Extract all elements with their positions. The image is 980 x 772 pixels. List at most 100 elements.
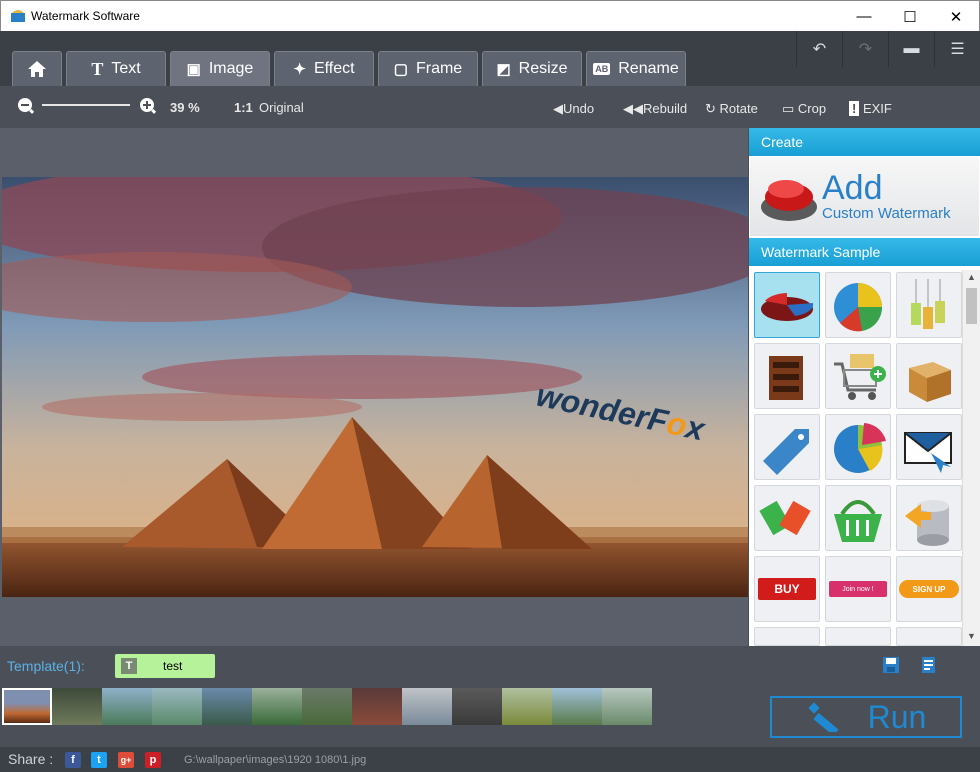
feedback-button[interactable]: ▬ bbox=[888, 31, 934, 67]
preview-image[interactable] bbox=[2, 177, 748, 597]
sample-pie-chart-3d[interactable] bbox=[754, 272, 820, 338]
rotate-icon: ↻ bbox=[705, 101, 720, 116]
pyramids-photo bbox=[2, 177, 748, 597]
pinterest-icon[interactable]: p bbox=[145, 752, 161, 768]
undo-arrow-icon: ◀ bbox=[553, 101, 563, 116]
sample-database[interactable] bbox=[896, 485, 962, 551]
undo-history-button[interactable]: ↶ bbox=[796, 31, 842, 67]
redo-history-button[interactable]: ↷ bbox=[842, 31, 888, 67]
thumbnail-1[interactable] bbox=[2, 688, 52, 725]
save-icon bbox=[883, 657, 899, 673]
thumbnail-7[interactable] bbox=[302, 688, 352, 725]
frame-icon: ▢ bbox=[393, 61, 408, 78]
twitter-icon[interactable]: t bbox=[91, 752, 107, 768]
text-icon: T bbox=[91, 58, 104, 79]
title-bar: Watermark Software — ☐ ✕ bbox=[0, 0, 980, 31]
zoom-out-icon bbox=[18, 98, 35, 114]
crop-button[interactable]: ▭ Crop bbox=[782, 101, 826, 117]
sample-sale-tags[interactable] bbox=[896, 272, 962, 338]
text-template-icon: T bbox=[121, 658, 137, 674]
app-icon bbox=[10, 9, 26, 23]
sample-shopping-cart[interactable] bbox=[825, 343, 891, 409]
share-label: Share : bbox=[8, 751, 54, 767]
tab-label: Rename bbox=[618, 60, 679, 77]
manage-template-button[interactable] bbox=[920, 656, 938, 674]
thumbnail-8[interactable] bbox=[352, 688, 402, 725]
file-path: G:\wallpaper\images\1920 1080\1.jpg bbox=[184, 754, 367, 766]
undo-icon: ↶ bbox=[812, 41, 827, 58]
thumbnail-10[interactable] bbox=[452, 688, 502, 725]
basket-icon bbox=[834, 500, 882, 542]
sample-email[interactable] bbox=[896, 414, 962, 480]
pie-chart-icon bbox=[834, 423, 886, 473]
thumbnail-2[interactable] bbox=[52, 688, 102, 725]
scroll-up-icon[interactable]: ▲ bbox=[967, 272, 976, 282]
sample-blue-tag[interactable] bbox=[754, 414, 820, 480]
zoom-slider[interactable] bbox=[42, 104, 130, 106]
add-label: Add bbox=[822, 169, 883, 207]
run-button[interactable]: Run bbox=[770, 696, 962, 738]
close-button[interactable]: ✕ bbox=[933, 1, 979, 32]
sample-partial-1[interactable] bbox=[754, 627, 820, 646]
sample-partial-2[interactable] bbox=[825, 627, 891, 646]
join-label: Join now ! bbox=[829, 581, 887, 597]
tab-home[interactable] bbox=[12, 51, 62, 86]
thumbnail-11[interactable] bbox=[502, 688, 552, 725]
sample-partial-3[interactable] bbox=[896, 627, 962, 646]
thumbnail-5[interactable] bbox=[202, 688, 252, 725]
tab-rename[interactable]: AB Rename bbox=[586, 51, 686, 86]
maximize-button[interactable]: ☐ bbox=[887, 1, 933, 32]
google-plus-icon[interactable]: g+ bbox=[118, 752, 134, 768]
thumbnail-13[interactable] bbox=[602, 688, 652, 725]
server-icon bbox=[769, 356, 803, 400]
crop-icon: ▭ bbox=[782, 101, 798, 116]
create-header: Create bbox=[749, 128, 980, 156]
thumbnail-3[interactable] bbox=[102, 688, 152, 725]
scrollbar-thumb[interactable] bbox=[966, 288, 977, 324]
sample-scrollbar[interactable]: ▲ ▼ bbox=[962, 270, 980, 646]
tab-label: Image bbox=[208, 60, 254, 77]
thumbnail-4[interactable] bbox=[152, 688, 202, 725]
tab-resize[interactable]: ◩ Resize bbox=[482, 51, 582, 86]
sample-basket[interactable] bbox=[825, 485, 891, 551]
add-custom-watermark-button[interactable]: Add Custom Watermark bbox=[750, 157, 979, 236]
thumbnail-6[interactable] bbox=[252, 688, 302, 725]
rebuild-button[interactable]: ◀◀Rebuild bbox=[623, 101, 687, 117]
tab-label: Frame bbox=[415, 60, 463, 77]
sample-box[interactable] bbox=[896, 343, 962, 409]
zoom-out-button[interactable] bbox=[17, 97, 35, 115]
tab-effect[interactable]: ✦ Effect bbox=[274, 51, 374, 86]
sample-server[interactable] bbox=[754, 343, 820, 409]
thumbnail-12[interactable] bbox=[552, 688, 602, 725]
register-button[interactable]: ☰ bbox=[934, 31, 980, 67]
scroll-down-icon[interactable]: ▼ bbox=[967, 631, 976, 641]
tab-text[interactable]: T Text bbox=[66, 51, 166, 86]
sample-pie-chart-color[interactable] bbox=[825, 414, 891, 480]
rotate-button[interactable]: ↻ Rotate bbox=[705, 101, 758, 117]
sale-tags-icon bbox=[911, 279, 945, 329]
tab-frame[interactable]: ▢ Frame bbox=[378, 51, 478, 86]
undo-button[interactable]: ◀Undo bbox=[553, 101, 594, 117]
thumbnail-9[interactable] bbox=[402, 688, 452, 725]
sample-signup-button[interactable]: SIGN UP bbox=[896, 556, 962, 622]
database-icon bbox=[905, 500, 949, 546]
tab-image[interactable]: ▣ Image bbox=[170, 51, 270, 86]
tab-label: Effect bbox=[313, 60, 355, 77]
shopping-cart-icon bbox=[834, 354, 886, 400]
minimize-button[interactable]: — bbox=[841, 1, 887, 32]
sample-join-button[interactable]: Join now ! bbox=[825, 556, 891, 622]
template-item[interactable]: T test bbox=[115, 654, 215, 678]
zoom-in-button[interactable] bbox=[139, 97, 157, 115]
sample-sale-labels[interactable] bbox=[754, 485, 820, 551]
exif-button[interactable]: ! EXIF bbox=[849, 101, 892, 116]
email-icon bbox=[904, 432, 952, 473]
original-size-button[interactable]: Original bbox=[259, 100, 304, 115]
sample-buy-button[interactable]: BUY bbox=[754, 556, 820, 622]
tab-bar: T Text ▣ Image ✦ Effect ▢ Frame ◩ Resize… bbox=[0, 31, 980, 86]
sample-pie-chart-blue[interactable] bbox=[825, 272, 891, 338]
zoom-value: 39 % bbox=[170, 100, 200, 115]
original-size-icon[interactable]: 1:1 bbox=[234, 100, 253, 115]
save-template-button[interactable] bbox=[882, 656, 900, 674]
facebook-icon[interactable]: f bbox=[65, 752, 81, 768]
template-label: Template(1): bbox=[7, 658, 85, 674]
